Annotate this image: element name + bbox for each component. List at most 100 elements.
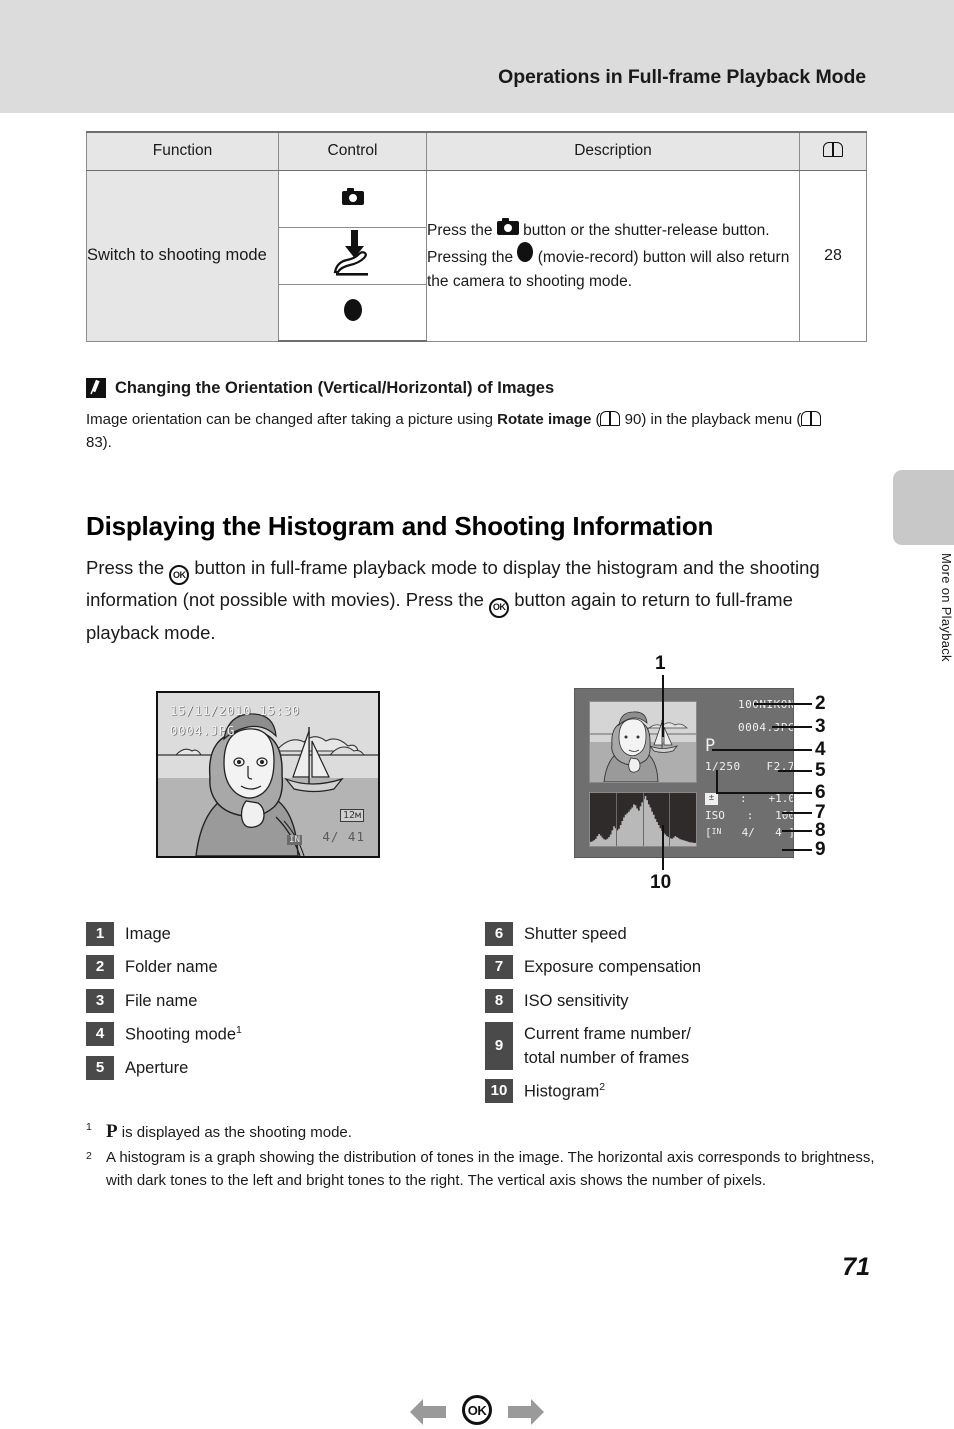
section-heading: Displaying the Histogram and Shooting In… xyxy=(86,511,714,541)
list-item: 5 Aperture xyxy=(86,1056,486,1081)
right-camera-screen: 100NIKON 0004.JPG P 1/250 F2.7 ± : +1.0 … xyxy=(574,688,794,858)
legend-label-line-2: total number of frames xyxy=(524,1048,690,1067)
ok-button-icon: OK xyxy=(489,597,510,618)
list-item: 4 Shooting mode1 xyxy=(86,1022,486,1047)
iso-value: 100 xyxy=(775,809,794,823)
note-body-ref-1: 90) in the playback menu ( xyxy=(624,411,802,428)
footnote-marker: 1 xyxy=(86,1121,92,1133)
left-screen-image-size-badge: 12м xyxy=(339,809,364,822)
callout-leader-10 xyxy=(662,825,664,870)
footnote-marker: 2 xyxy=(599,1081,606,1094)
histogram-box xyxy=(589,792,697,847)
camera-button-icon xyxy=(341,187,364,205)
iso-separator: : xyxy=(746,809,754,823)
note-body-bold: Rotate image xyxy=(497,411,592,428)
legend-label: ISO sensitivity xyxy=(524,991,629,1010)
cell-control-camera-button xyxy=(278,169,427,228)
note-body-part-1: Image orientation can be changed after t… xyxy=(86,411,498,428)
shooting-mode-glyph: P xyxy=(106,1121,118,1142)
table-row: Switch to shooting mode Press the button… xyxy=(86,169,867,342)
callout-leader-7 xyxy=(782,812,812,814)
callout-leader-4 xyxy=(712,749,812,751)
legend-badge: 10 xyxy=(485,1079,513,1104)
figure-histogram-display: 15/11/2010 15:30 0004.JPG 12м IN 4/ 41 O… xyxy=(0,640,954,1425)
column-header-reference xyxy=(799,131,867,171)
cell-control-movie-record xyxy=(278,283,427,342)
list-item: 6 Shutter speed xyxy=(485,922,885,946)
callout-number-1: 1 xyxy=(655,653,666,674)
cell-control-shutter-release xyxy=(278,226,427,285)
cell-page-reference: 28 xyxy=(799,169,867,342)
callout-leader-5 xyxy=(778,770,812,772)
footnote-1: 1 P is displayed as the shooting mode. xyxy=(86,1118,876,1147)
right-screen-exposure-block: ± : +1.0 ISO : 100 [IN 4/ 4 ] xyxy=(705,790,794,841)
legend-label: Exposure compensation xyxy=(524,958,702,977)
callout-leader-6-vertical xyxy=(716,770,718,794)
column-header-function: Function xyxy=(86,131,279,171)
legend-badge: 7 xyxy=(485,955,513,980)
iso-row: ISO : 100 xyxy=(705,807,794,824)
callout-number-4: 4 xyxy=(815,739,826,760)
histogram-gridline xyxy=(616,793,617,846)
note-block: Changing the Orientation (Vertical/Horiz… xyxy=(86,378,876,455)
left-camera-screen: 15/11/2010 15:30 0004.JPG 12м IN 4/ 41 xyxy=(156,691,380,858)
callout-number-2: 2 xyxy=(815,693,826,714)
column-header-description: Description xyxy=(426,131,800,171)
frame-counter-memory: [IN xyxy=(705,826,722,840)
note-title: Changing the Orientation (Vertical/Horiz… xyxy=(115,378,555,397)
movie-record-button-icon xyxy=(343,298,362,321)
legend-label-line-1: Current frame number/ xyxy=(524,1025,691,1044)
left-screen-date: 15/11/2010 15:30 xyxy=(170,703,301,718)
list-item: 2 Folder name xyxy=(86,955,486,980)
callout-leader-3 xyxy=(772,726,812,728)
histogram-gridline xyxy=(643,793,644,846)
histogram-gridline xyxy=(669,793,670,846)
legend-label: Image xyxy=(125,925,171,943)
legend-badge: 9 xyxy=(485,1022,513,1071)
right-screen-shutter-speed: 1/250 xyxy=(705,759,741,773)
legend-column-left: 1 Image 2 Folder name 3 File name 4 Shoo… xyxy=(86,922,486,1090)
callout-number-6: 6 xyxy=(815,782,826,803)
legend-label: Aperture xyxy=(125,1059,189,1078)
legend-column-right: 6 Shutter speed 7 Exposure compensation … xyxy=(485,922,885,1113)
note-body-ref-2: 83). xyxy=(86,433,112,451)
callout-leader-2 xyxy=(754,703,812,705)
frame-counter-row: [IN 4/ 4 ] xyxy=(705,824,794,841)
book-icon xyxy=(801,411,822,426)
side-tab-marker xyxy=(893,470,954,545)
legend-badge: 6 xyxy=(485,922,513,946)
callout-number-10: 10 xyxy=(650,872,672,893)
legend-label: Current frame number/ total number of fr… xyxy=(524,1022,691,1070)
right-screen-aperture: F2.7 xyxy=(766,759,794,773)
page-number: 71 xyxy=(842,1253,870,1281)
page-header-title: Operations in Full-frame Playback Mode xyxy=(498,66,866,88)
footnote-2: 2 A histogram is a graph showing the dis… xyxy=(86,1147,876,1192)
iso-label: ISO xyxy=(705,809,725,823)
frame-counter-total: 4 ] xyxy=(775,826,794,840)
right-screen-shooting-mode: P xyxy=(705,735,716,756)
callout-leader-8 xyxy=(782,830,812,832)
description-part-1: Press the xyxy=(427,222,497,240)
legend-label: Histogram2 xyxy=(524,1081,606,1101)
operations-table: Function Control Description Switch to s… xyxy=(86,131,867,342)
left-arrow-icon xyxy=(410,1399,446,1425)
thumbnail-scene xyxy=(590,711,696,782)
legend-badge: 3 xyxy=(86,988,114,1013)
book-icon xyxy=(823,142,843,158)
note-header: Changing the Orientation (Vertical/Horiz… xyxy=(86,378,876,398)
left-screen-file-name: 0004.JPG xyxy=(170,723,236,738)
frame-counter-current: 4/ xyxy=(741,826,755,840)
cell-description: Press the button or the shutter-release … xyxy=(426,169,800,342)
footnote-text: P is displayed as the shooting mode. xyxy=(106,1121,352,1142)
right-screen-thumbnail xyxy=(589,701,697,783)
left-screen-frame-counter: 4/ 41 xyxy=(322,829,365,844)
column-header-control: Control xyxy=(278,131,427,171)
section-paragraph: Press the OK button in full-frame playba… xyxy=(86,553,868,648)
footnote-marker: 2 xyxy=(86,1150,92,1162)
cell-function: Switch to shooting mode xyxy=(86,169,279,342)
book-icon xyxy=(600,411,621,426)
left-screen-memory-badge: IN xyxy=(287,835,302,845)
callout-number-3: 3 xyxy=(815,716,826,737)
list-item: 10 Histogram2 xyxy=(485,1079,885,1104)
right-arrow-icon xyxy=(508,1399,544,1425)
